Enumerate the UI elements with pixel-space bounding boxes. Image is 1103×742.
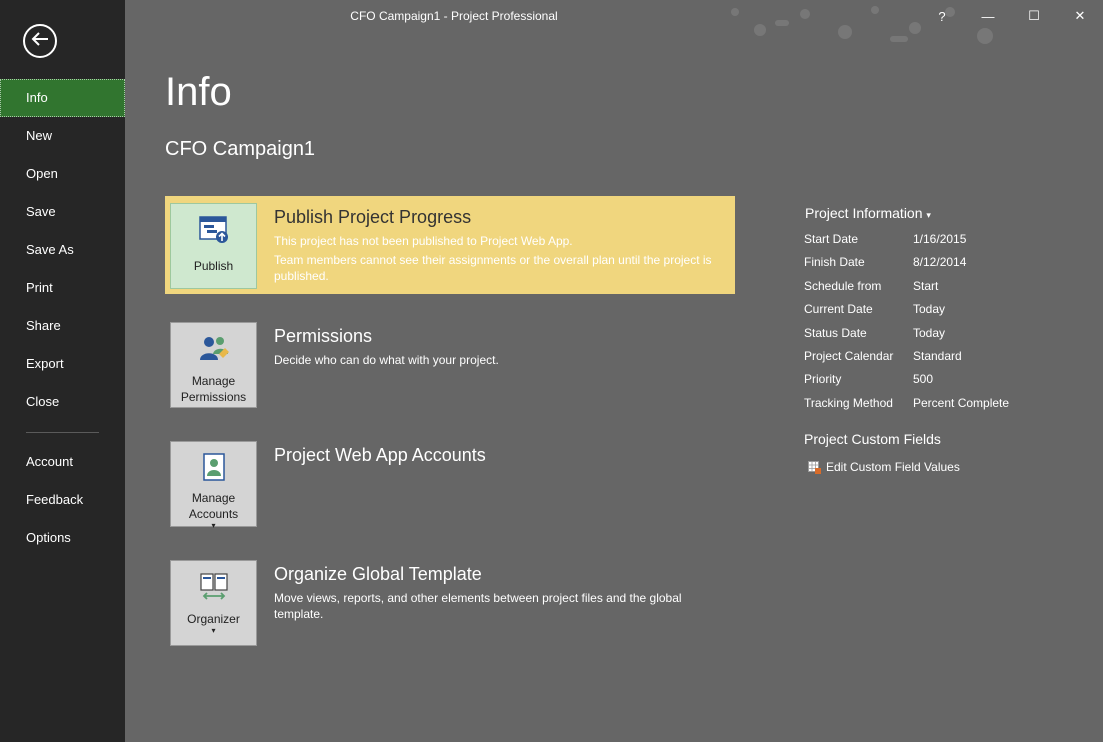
nav-options[interactable]: Options bbox=[0, 519, 125, 557]
publish-section: Publish Publish Project Progress This pr… bbox=[165, 196, 735, 294]
organizer-icon bbox=[198, 571, 230, 603]
backstage-sidebar: Info New Open Save Save As Print Share E… bbox=[0, 0, 125, 742]
nav-print[interactable]: Print bbox=[0, 269, 125, 307]
manage-accounts-label: Manage Accounts bbox=[188, 491, 239, 521]
info-key: Priority bbox=[804, 372, 842, 387]
back-arrow-icon bbox=[31, 31, 49, 51]
organizer-title: Organize Global Template bbox=[274, 564, 482, 584]
organizer-caret-icon: ▾ bbox=[211, 626, 216, 635]
publish-title: Publish Project Progress bbox=[274, 207, 472, 227]
info-value[interactable]: Percent Complete bbox=[913, 396, 1009, 410]
info-value[interactable]: 8/12/2014 bbox=[913, 255, 966, 269]
window-title: CFO Campaign1 - Project Professional bbox=[350, 9, 558, 23]
info-value[interactable]: Start bbox=[913, 279, 938, 293]
file-name: CFO Campaign1 bbox=[165, 138, 316, 160]
title-bar: CFO Campaign1 - Project Professional ? —… bbox=[125, 0, 1103, 44]
permissions-desc: Decide who can do what with your project… bbox=[274, 353, 499, 367]
publish-tile-label: Publish bbox=[193, 259, 234, 273]
nav-open[interactable]: Open bbox=[0, 155, 125, 193]
nav-new[interactable]: New bbox=[0, 117, 125, 155]
accounts-section: Manage Accounts ▾ Project Web App Accoun… bbox=[165, 435, 735, 535]
nav-info[interactable]: Info bbox=[0, 79, 125, 117]
nav-export[interactable]: Export bbox=[0, 345, 125, 383]
organizer-desc: Move views, reports, and other elements … bbox=[274, 591, 682, 621]
publish-icon bbox=[198, 214, 230, 246]
minimize-icon: — bbox=[981, 8, 995, 24]
title-bar-decoration bbox=[731, 6, 993, 44]
maximize-button[interactable]: ☐ bbox=[1019, 5, 1049, 27]
back-button[interactable] bbox=[23, 24, 57, 58]
info-key: Tracking Method bbox=[804, 395, 893, 410]
edit-custom-field-values-label: Edit Custom Field Values bbox=[826, 460, 960, 474]
edit-custom-field-values-link[interactable]: Edit Custom Field Values bbox=[808, 460, 960, 474]
manage-permissions-button[interactable]: Manage Permissions bbox=[170, 322, 257, 408]
chevron-down-icon: ▾ bbox=[926, 210, 931, 220]
info-value[interactable]: Today bbox=[913, 326, 945, 340]
accounts-title: Project Web App Accounts bbox=[274, 445, 486, 465]
custom-fields-heading: Project Custom Fields bbox=[804, 431, 941, 447]
grid-edit-icon bbox=[808, 460, 821, 474]
help-button[interactable]: ? bbox=[927, 5, 957, 27]
publish-button[interactable]: Publish bbox=[170, 203, 257, 289]
manage-permissions-label: Manage Permissions bbox=[180, 374, 247, 404]
project-information-dropdown[interactable]: Project Information ▾ bbox=[805, 205, 931, 221]
info-key: Schedule from bbox=[804, 278, 882, 293]
organizer-section: Organizer ▾ Organize Global Template Mov… bbox=[165, 554, 735, 654]
backstage-nav: Info New Open Save Save As Print Share E… bbox=[0, 79, 125, 557]
close-window-button[interactable]: ✕ bbox=[1065, 5, 1095, 27]
accounts-icon bbox=[200, 452, 228, 482]
info-value[interactable]: Standard bbox=[913, 349, 962, 363]
page-title: Info bbox=[165, 70, 232, 114]
info-value[interactable]: 1/16/2015 bbox=[913, 232, 966, 246]
permissions-icon bbox=[197, 333, 231, 365]
nav-account[interactable]: Account bbox=[0, 443, 125, 481]
manage-accounts-button[interactable]: Manage Accounts ▾ bbox=[170, 441, 257, 530]
close-icon: ✕ bbox=[1074, 8, 1086, 23]
permissions-section: Manage Permissions Permissions Decide wh… bbox=[165, 316, 735, 416]
info-key: Current Date bbox=[804, 302, 873, 317]
info-key: Finish Date bbox=[804, 255, 865, 270]
nav-save[interactable]: Save bbox=[0, 193, 125, 231]
maximize-icon: ☐ bbox=[1028, 8, 1040, 23]
nav-divider bbox=[26, 432, 99, 433]
info-value[interactable]: Today bbox=[913, 302, 945, 316]
organizer-label: Organizer bbox=[187, 612, 240, 626]
nav-save-as[interactable]: Save As bbox=[0, 231, 125, 269]
nav-share[interactable]: Share bbox=[0, 307, 125, 345]
project-information-heading: Project Information bbox=[805, 205, 923, 221]
info-value[interactable]: 500 bbox=[913, 372, 933, 386]
minimize-button[interactable]: — bbox=[973, 5, 1003, 27]
nav-feedback[interactable]: Feedback bbox=[0, 481, 125, 519]
help-icon: ? bbox=[938, 8, 946, 24]
publish-desc-1: This project has not been published to P… bbox=[274, 234, 573, 248]
info-key: Project Calendar bbox=[804, 348, 894, 363]
manage-accounts-caret-icon: ▾ bbox=[211, 521, 216, 530]
permissions-title: Permissions bbox=[274, 326, 373, 346]
publish-desc-2: Team members cannot see their assignment… bbox=[274, 253, 712, 283]
nav-close[interactable]: Close bbox=[0, 383, 125, 421]
organizer-button[interactable]: Organizer ▾ bbox=[170, 560, 257, 646]
info-key: Status Date bbox=[804, 325, 867, 340]
info-key: Start Date bbox=[804, 232, 859, 246]
